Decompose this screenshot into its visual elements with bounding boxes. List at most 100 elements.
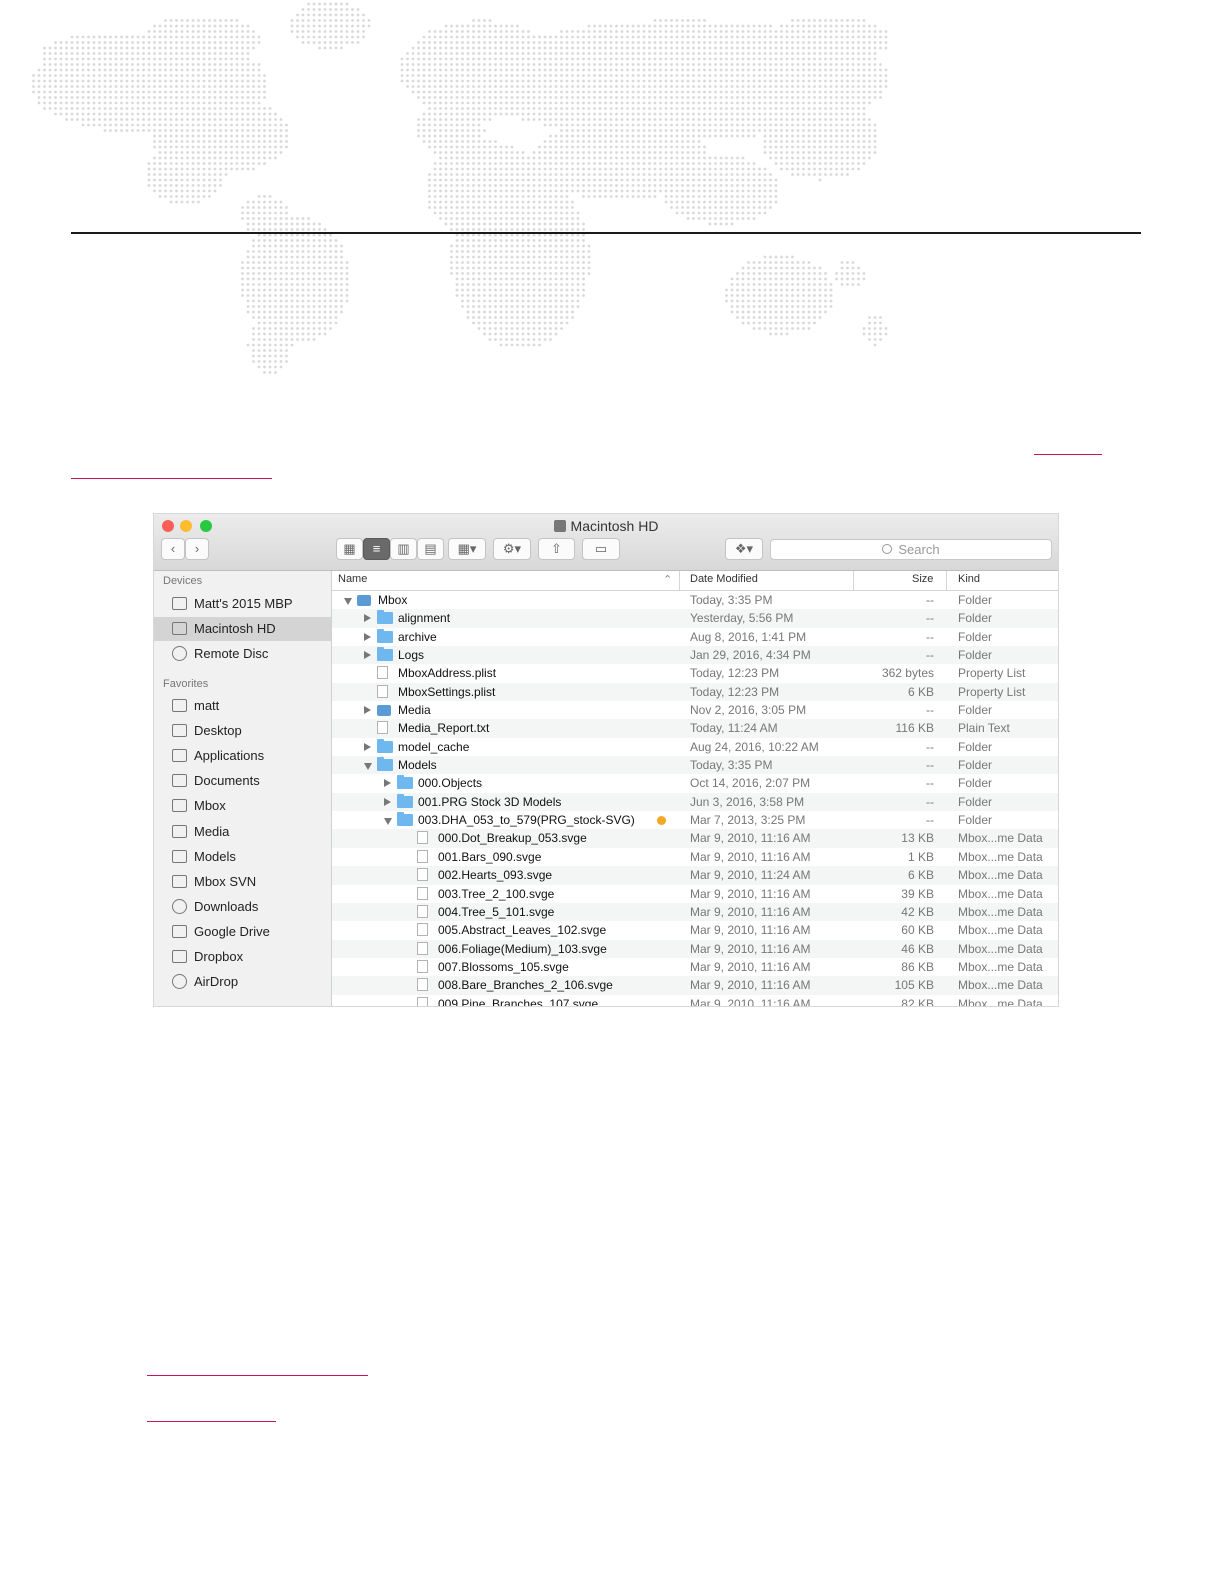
row-kind: Folder: [958, 813, 993, 828]
table-row[interactable]: 000.Dot_Breakup_053.svge Mar 9, 2010, 11:…: [332, 829, 1058, 848]
link-underline[interactable]: [71, 478, 272, 479]
link-underline[interactable]: [147, 1421, 276, 1422]
disclosure-closed-icon[interactable]: [364, 706, 371, 715]
file-icon: [417, 849, 428, 863]
table-row[interactable]: Media_Report.txt Today, 11:24 AM 116 KB Pla…: [332, 719, 1058, 738]
sidebar-item[interactable]: Mbox SVN: [154, 870, 331, 894]
sidebar-item[interactable]: Dropbox: [154, 945, 331, 969]
table-row[interactable]: 003.Tree_2_100.svge Mar 9, 2010, 11:16 AM…: [332, 885, 1058, 903]
sidebar-item[interactable]: Downloads: [154, 895, 331, 919]
sidebar-item[interactable]: Media: [154, 820, 331, 844]
column-size-header[interactable]: Size: [912, 573, 933, 585]
sidebar-item[interactable]: Applications: [154, 744, 331, 768]
link-underline[interactable]: [1034, 454, 1102, 455]
sidebar-item[interactable]: Models: [154, 845, 331, 869]
disclosure-open-icon[interactable]: [344, 598, 352, 605]
sidebar-item-label: Google Drive: [194, 923, 270, 939]
row-name: 003.DHA_053_to_579(PRG_stock-SVG): [418, 813, 635, 828]
sidebar-item-label: Remote Disc: [194, 646, 269, 661]
table-row[interactable]: 002.Hearts_093.svge Mar 9, 2010, 11:24 AM…: [332, 866, 1058, 885]
row-size: 105 KB: [894, 978, 934, 993]
table-row[interactable]: 009.Pine_Branches_107.svge Mar 9, 2010, 1…: [332, 995, 1058, 1006]
row-date: Jan 29, 2016, 4:34 PM: [690, 648, 811, 663]
tags-button[interactable]: ▭: [582, 538, 620, 560]
sidebar-item[interactable]: Documents: [154, 769, 331, 793]
row-name: Media: [398, 703, 431, 718]
sidebar-item[interactable]: Matt's 2015 MBP: [154, 592, 331, 616]
sidebar-item[interactable]: matt: [154, 694, 331, 718]
disclosure-closed-icon[interactable]: [364, 614, 371, 623]
table-row[interactable]: 006.Foliage(Medium)_103.svge Mar 9, 2010,…: [332, 939, 1058, 958]
table-row[interactable]: 004.Tree_5_101.svge Mar 9, 2010, 11:16 AM…: [332, 902, 1058, 922]
cover-flow-button[interactable]: ▤: [417, 538, 444, 560]
table-row[interactable]: 001.Bars_090.svge Mar 9, 2010, 11:16 AM 1 …: [332, 848, 1058, 866]
file-list: Name ⌃ Date Modified Size Kind Mbox Today…: [332, 571, 1058, 1006]
table-row[interactable]: archive Aug 8, 2016, 1:41 PM -- Folder: [332, 628, 1058, 646]
table-row[interactable]: Media Nov 2, 2016, 3:05 PM -- Folder: [332, 701, 1058, 719]
folder-icon: [172, 824, 187, 838]
row-name: archive: [398, 629, 437, 644]
disclosure-open-icon[interactable]: [384, 818, 392, 826]
back-button[interactable]: ‹: [161, 538, 185, 560]
finder-window: Macintosh HD ‹ › ▦ ≡ ▥ ▤ ▦▾ ⚙▾ ⇧ ▭ ❖▾ Se…: [154, 514, 1058, 1006]
table-row[interactable]: 001.PRG Stock 3D Models Jun 3, 2016, 3:58…: [332, 792, 1058, 812]
sidebar-item[interactable]: Desktop: [154, 719, 331, 743]
file-rows: Mbox Today, 3:35 PM -- Folder alignment Yeste…: [332, 591, 1058, 1006]
row-kind: Mbox...me Data: [958, 868, 1043, 883]
table-row[interactable]: 000.Objects Oct 14, 2016, 2:07 PM -- Folder: [332, 774, 1058, 792]
table-row[interactable]: Models Today, 3:35 PM -- Folder: [332, 756, 1058, 775]
table-row[interactable]: alignment Yesterday, 5:56 PM -- Folder: [332, 609, 1058, 628]
table-row[interactable]: 005.Abstract_Leaves_102.svge Mar 9, 2010,…: [332, 921, 1058, 939]
column-view-button[interactable]: ▥: [390, 538, 417, 560]
file-icon: [417, 996, 428, 1006]
sidebar-item[interactable]: Google Drive: [154, 920, 331, 944]
sidebar-item-label: AirDrop: [194, 974, 239, 990]
sidebar-item[interactable]: Mbox: [154, 794, 331, 818]
row-date: Mar 9, 2010, 11:24 AM: [690, 868, 811, 883]
sidebar-item[interactable]: Remote Disc: [154, 642, 331, 666]
row-date: Jun 3, 2016, 3:58 PM: [690, 794, 805, 809]
sidebar-item[interactable]: Macintosh HD: [154, 617, 331, 641]
row-name: 001.Bars_090.svge: [438, 849, 542, 864]
disclosure-open-icon[interactable]: [364, 763, 372, 771]
row-name: Mbox: [378, 593, 408, 607]
link-underline[interactable]: [147, 1375, 368, 1376]
row-date: Mar 9, 2010, 11:16 AM: [690, 831, 811, 846]
column-date-header[interactable]: Date Modified: [690, 573, 758, 585]
disclosure-closed-icon[interactable]: [364, 651, 371, 660]
table-row[interactable]: 008.Bare_Branches_2_106.svge Mar 9, 2010,…: [332, 976, 1058, 995]
action-gear-button[interactable]: ⚙▾: [493, 538, 531, 560]
disclosure-closed-icon[interactable]: [364, 742, 371, 751]
drive-folder-icon: [357, 595, 371, 606]
header-rule: [71, 232, 1141, 234]
row-date: Aug 8, 2016, 1:41 PM: [690, 629, 807, 644]
table-row[interactable]: model_cache Aug 24, 2016, 10:22 AM -- Folde…: [332, 738, 1058, 756]
list-view-button[interactable]: ≡: [363, 538, 390, 560]
hard-drive-icon: [553, 520, 566, 532]
disclosure-closed-icon[interactable]: [364, 632, 371, 641]
share-button[interactable]: ⇧: [538, 538, 575, 560]
table-row[interactable]: MboxAddress.plist Today, 12:23 PM 362 byte…: [332, 664, 1058, 682]
sidebar-item[interactable]: AirDrop: [154, 970, 331, 994]
home-icon: [172, 699, 187, 712]
search-input[interactable]: Search: [770, 539, 1052, 560]
dropbox-toolbar-button[interactable]: ❖▾: [725, 538, 763, 560]
table-row[interactable]: 007.Blossoms_105.svge Mar 9, 2010, 11:16 …: [332, 958, 1058, 976]
table-row[interactable]: Logs Jan 29, 2016, 4:34 PM -- Folder: [332, 646, 1058, 665]
disclosure-closed-icon[interactable]: [384, 797, 391, 806]
column-kind-header[interactable]: Kind: [958, 573, 980, 585]
icon-view-button[interactable]: ▦: [336, 538, 363, 560]
file-icon: [377, 666, 388, 680]
row-size: 60 KB: [901, 923, 934, 938]
disclosure-closed-icon[interactable]: [384, 779, 391, 788]
sidebar-item-label: Macintosh HD: [194, 621, 276, 636]
table-row[interactable]: 003.DHA_053_to_579(PRG_stock-SVG) Mar 7, …: [332, 811, 1058, 829]
forward-button[interactable]: ›: [185, 538, 209, 560]
file-icon: [417, 831, 428, 845]
table-row[interactable]: Mbox Today, 3:35 PM -- Folder: [332, 591, 1058, 609]
row-date: Mar 9, 2010, 11:16 AM: [690, 849, 811, 864]
sidebar: Devices Matt's 2015 MBP Macintosh HD Remot…: [154, 571, 332, 1006]
table-row[interactable]: MboxSettings.plist Today, 12:23 PM 6 KB Pro…: [332, 682, 1058, 702]
arrange-button[interactable]: ▦▾: [448, 538, 486, 560]
column-name-header[interactable]: Name: [338, 573, 367, 585]
